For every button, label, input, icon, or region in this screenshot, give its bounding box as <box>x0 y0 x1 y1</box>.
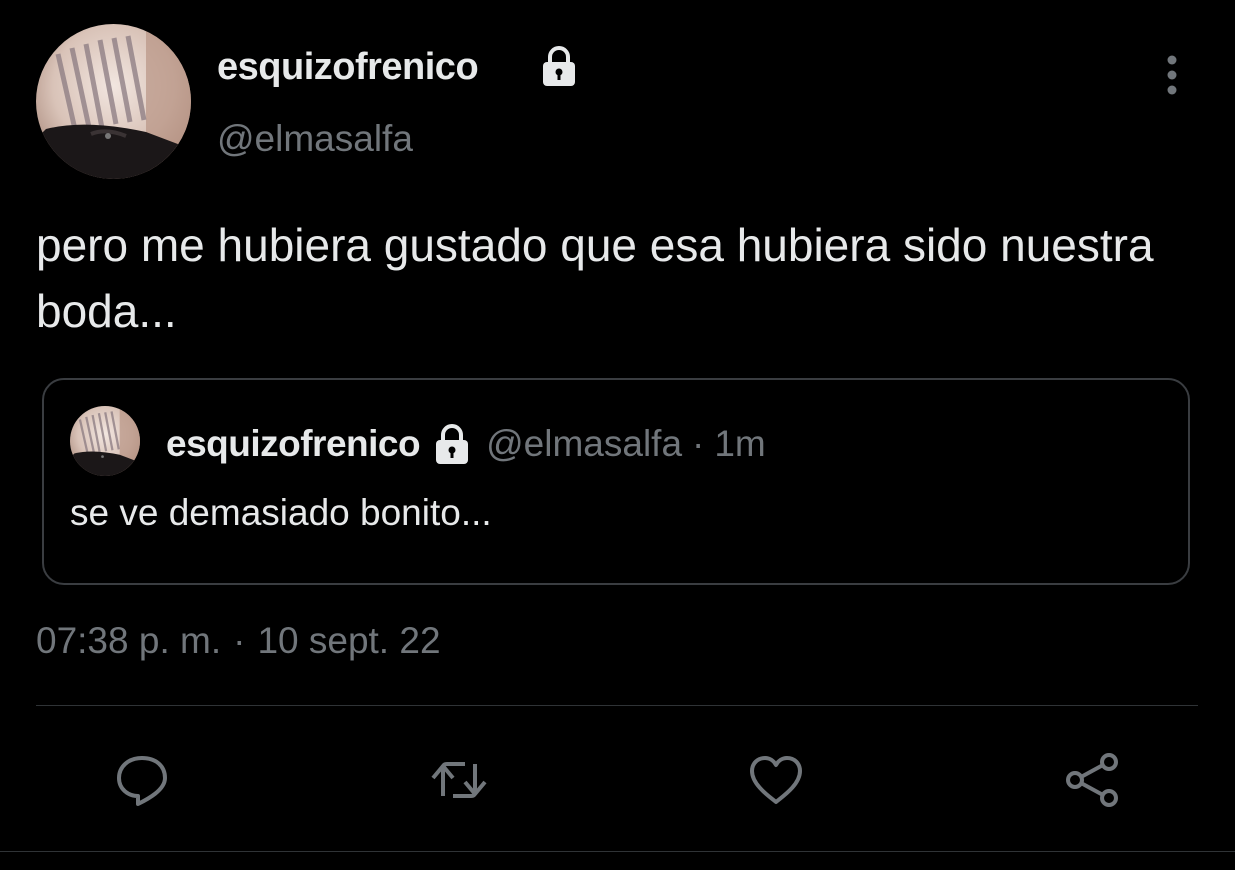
lock-icon <box>543 46 575 86</box>
quoted-tweet-time: 1m <box>714 423 766 464</box>
timestamp-separator: · <box>233 620 246 661</box>
quoted-separator: · <box>692 423 705 464</box>
lock-icon <box>436 424 469 464</box>
quoted-tweet-text: se ve demasiado bonito... <box>70 492 492 533</box>
author-handle[interactable]: @elmasalfa <box>217 118 413 160</box>
timestamp-time: 07:38 p. m. <box>36 620 222 661</box>
retweet-icon <box>431 762 487 798</box>
quoted-tweet-header: esquizofrenico @elmasalfa · 1m <box>166 418 766 470</box>
quoted-author-avatar <box>70 406 140 476</box>
timestamp-date: 10 sept. 22 <box>257 620 441 661</box>
more-vertical-icon <box>1167 55 1177 95</box>
comment-icon <box>117 756 167 806</box>
tweet-text: pero me hubiera gustado que esa hubiera … <box>36 219 1154 337</box>
author-avatar[interactable] <box>36 24 191 179</box>
divider <box>36 705 1198 706</box>
quoted-author-handle: @elmasalfa <box>486 423 683 464</box>
author-display-name[interactable]: esquizofrenico <box>217 46 479 89</box>
share-icon <box>1066 753 1118 807</box>
avatar-photo <box>70 406 140 476</box>
quoted-tweet-card[interactable]: esquizofrenico @elmasalfa · 1m se ve dem… <box>42 378 1190 585</box>
bottom-divider <box>0 851 1235 852</box>
share-button[interactable] <box>1061 748 1125 812</box>
reply-button[interactable] <box>110 748 174 812</box>
retweet-button[interactable] <box>427 748 491 812</box>
more-options-button[interactable] <box>1152 50 1192 100</box>
avatar-photo <box>36 24 191 179</box>
tweet-timestamp[interactable]: 07:38 p. m. · 10 sept. 22 <box>36 620 441 662</box>
quoted-author-display-name: esquizofrenico <box>166 423 421 464</box>
like-button[interactable] <box>744 748 808 812</box>
heart-icon <box>750 756 802 804</box>
